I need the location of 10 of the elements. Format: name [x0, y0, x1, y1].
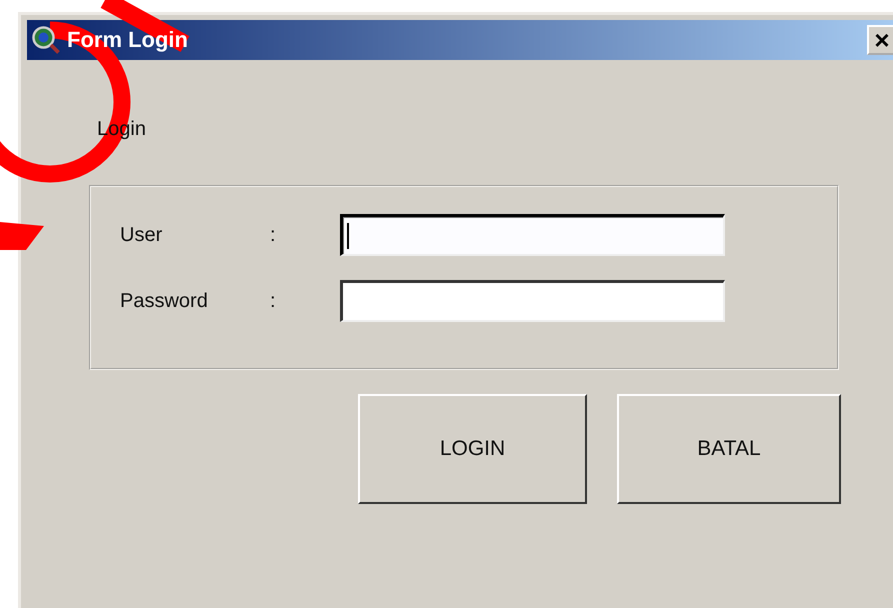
colon-separator: : [270, 290, 277, 312]
dialog-button[interactable]: BATAL [617, 394, 841, 504]
globe-magnifier-icon [31, 25, 61, 55]
field-label: User [119, 224, 164, 246]
field-label: Password [119, 290, 209, 312]
dialog-button[interactable]: LOGIN [358, 394, 587, 504]
input-field[interactable] [340, 280, 725, 322]
input-field[interactable] [340, 214, 725, 256]
colon-separator: : [270, 224, 277, 246]
close-button[interactable]: × [867, 25, 893, 55]
